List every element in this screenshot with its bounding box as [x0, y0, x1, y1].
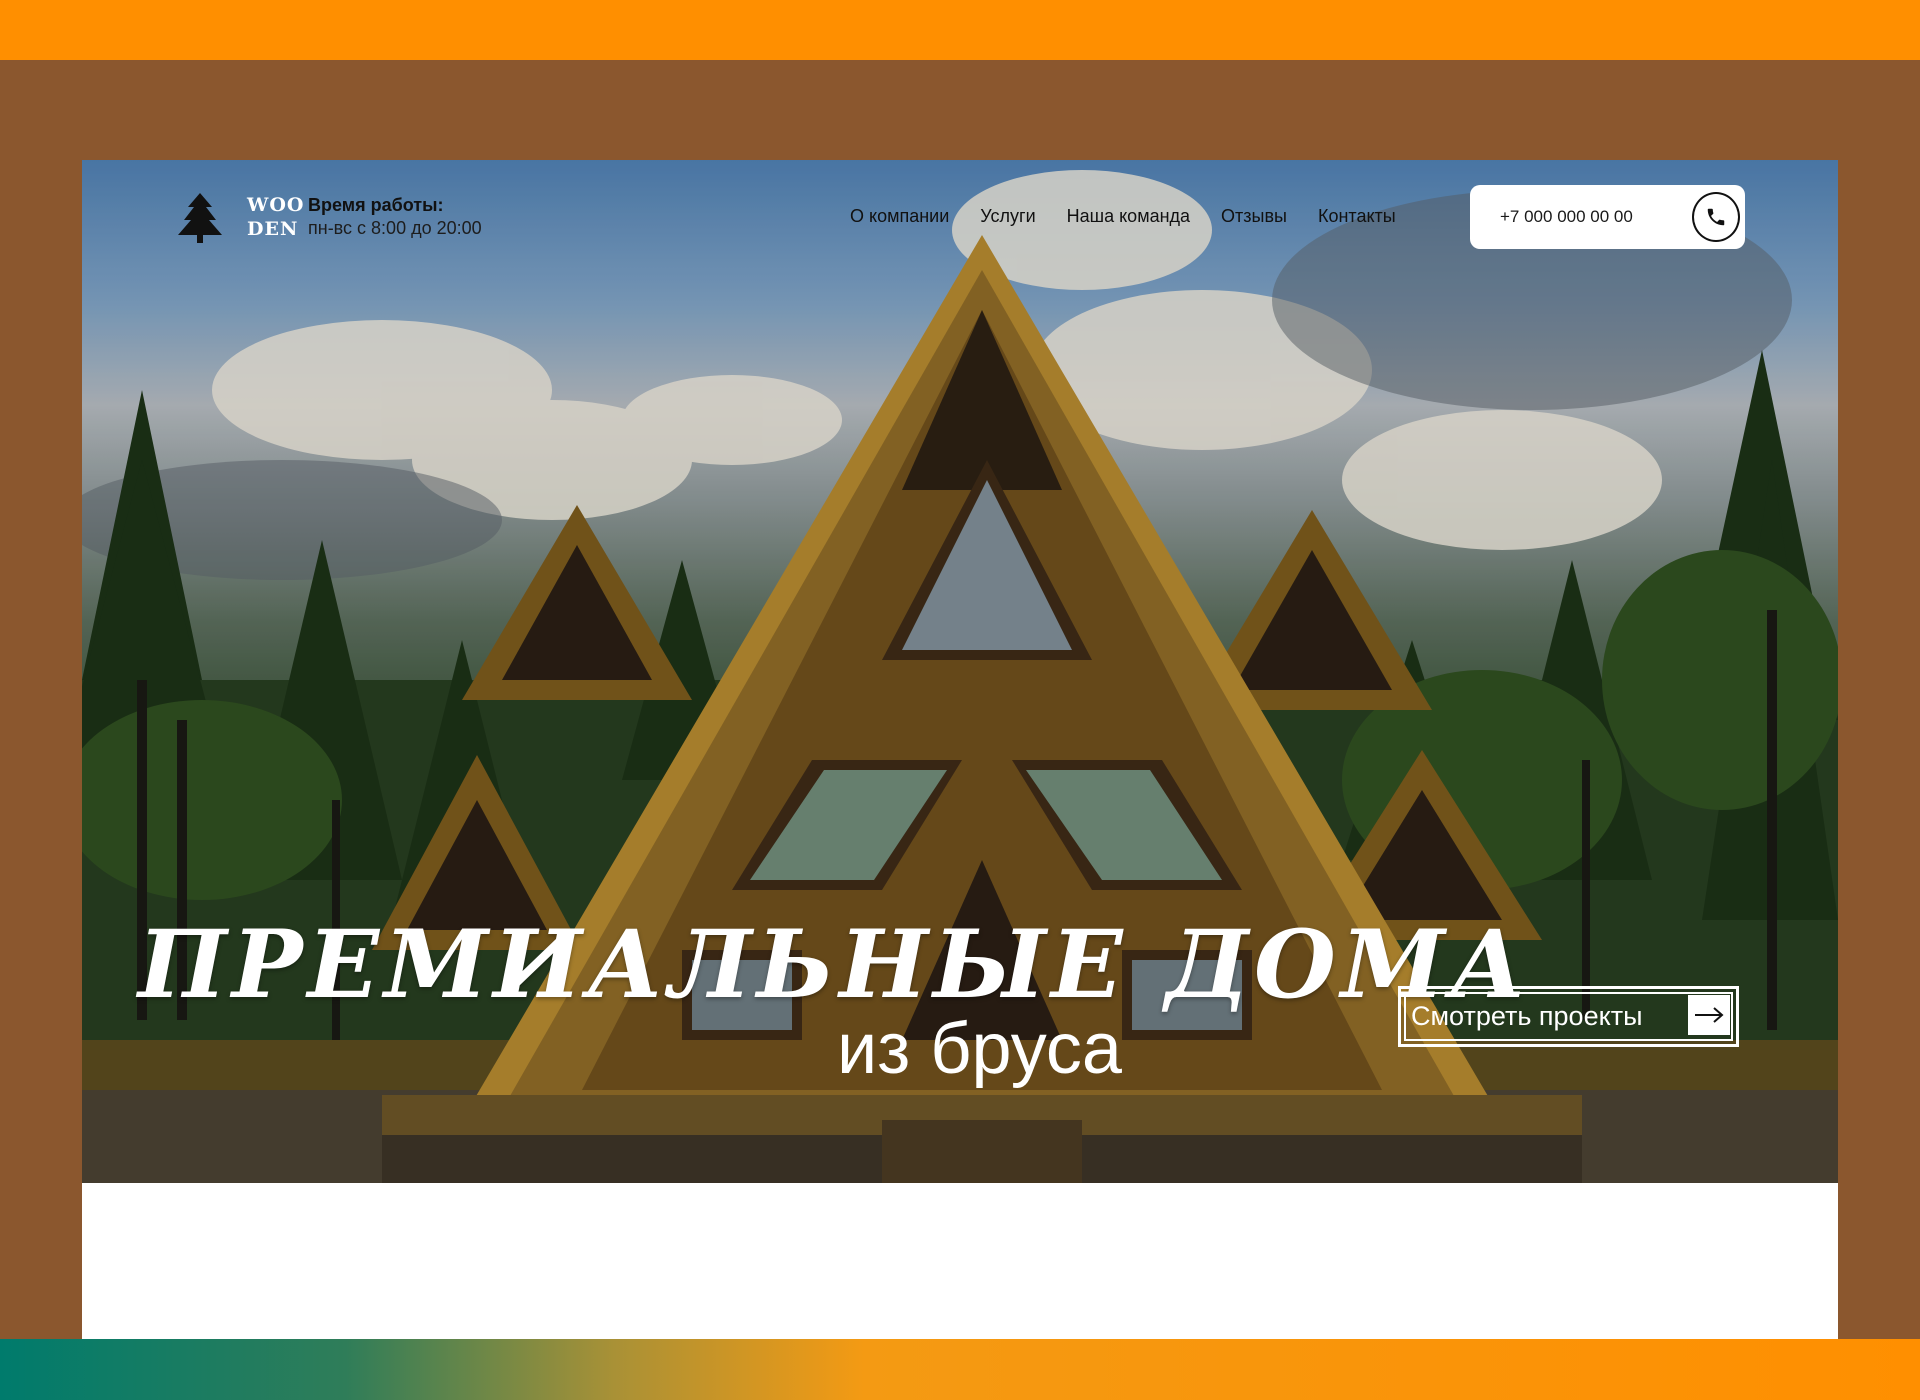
nav-item-services[interactable]: Услуги [980, 204, 1035, 228]
phone-widget[interactable]: +7 000 000 00 00 [1470, 185, 1745, 249]
view-projects-label: Смотреть проекты [1411, 1001, 1643, 1031]
working-hours-title: Время работы: [308, 195, 444, 215]
hero-subline: из бруса [837, 1009, 1122, 1089]
phone-icon [1707, 208, 1725, 226]
working-hours: Время работы: пн-вс с 8:00 до 20:00 [308, 193, 482, 240]
call-button[interactable] [1692, 192, 1740, 242]
hero-headline: ПРЕМИАЛЬНЫЕ ДОМА [138, 910, 1532, 1020]
logo-line-1: WOO [247, 194, 305, 216]
bottom-gradient-bar [0, 1339, 1920, 1400]
view-projects-button[interactable]: Смотреть проекты [1398, 986, 1739, 1047]
arrow-right-icon [1688, 995, 1730, 1035]
phone-number[interactable]: +7 000 000 00 00 [1500, 205, 1633, 229]
website-frame: WOO DEN Время работы: пн-вс с 8:00 до 20… [82, 160, 1838, 1339]
main-navigation: О компании Услуги Наша команда Отзывы Ко… [850, 204, 1427, 228]
logo-wordmark[interactable]: WOO DEN [247, 193, 305, 241]
tree-icon [178, 193, 222, 243]
nav-item-team[interactable]: Наша команда [1067, 204, 1190, 228]
top-accent-bar [0, 0, 1920, 60]
site-header: WOO DEN Время работы: пн-вс с 8:00 до 20… [82, 160, 1838, 270]
hero-section: WOO DEN Время работы: пн-вс с 8:00 до 20… [82, 160, 1838, 1183]
nav-item-contacts[interactable]: Контакты [1318, 204, 1396, 228]
logo-line-2: DEN [247, 218, 299, 240]
nav-item-about[interactable]: О компании [850, 204, 949, 228]
working-hours-value: пн-вс с 8:00 до 20:00 [308, 218, 482, 238]
nav-item-reviews[interactable]: Отзывы [1221, 204, 1287, 228]
